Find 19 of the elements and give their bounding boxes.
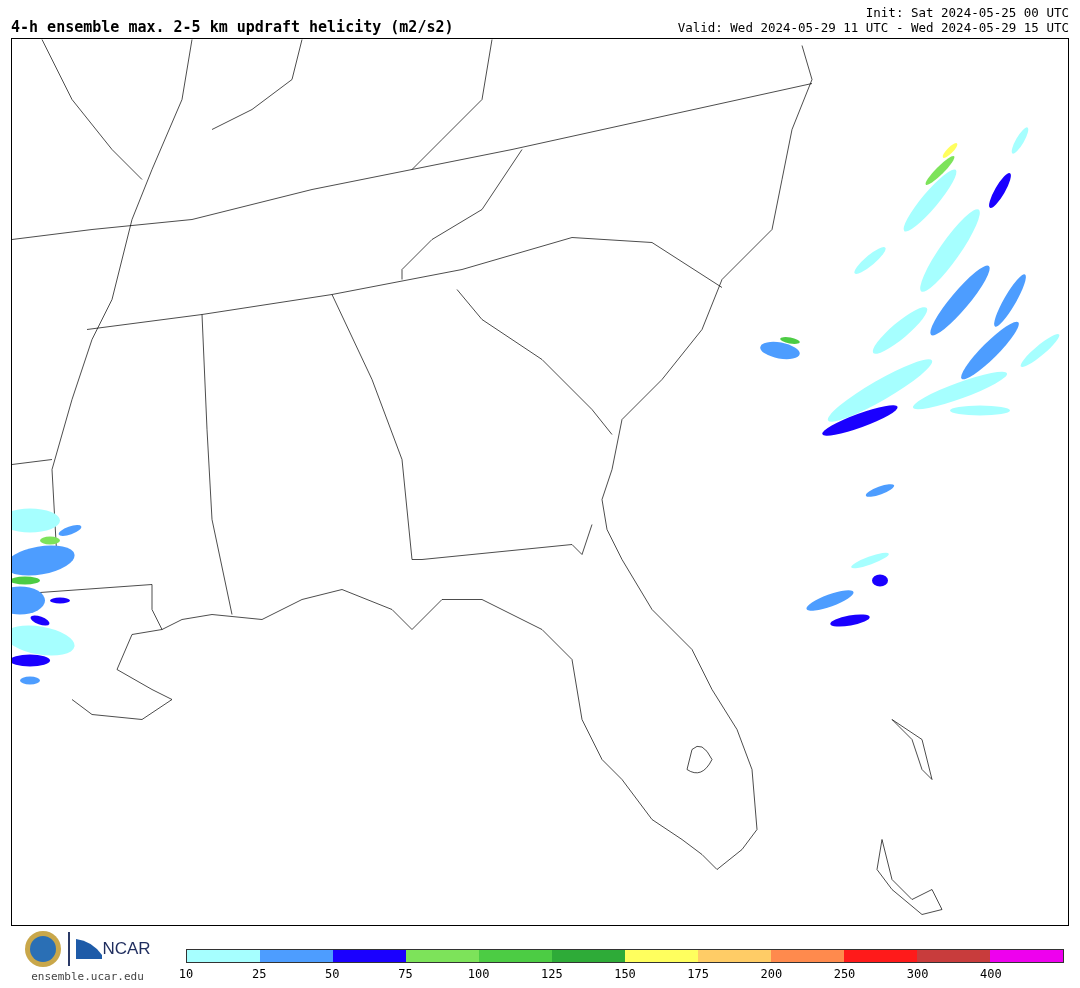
tick-label: 400 (980, 968, 1002, 980)
seal-icon (24, 930, 63, 968)
tick-label: 10 (178, 968, 194, 980)
tick-label: 75 (398, 968, 413, 980)
wave-logo-icon (76, 939, 103, 959)
site-url: ensemble.ucar.edu (31, 969, 144, 985)
tick-label: 100 (467, 968, 490, 980)
tick-label: 250 (833, 968, 856, 980)
tick-label: 50 (325, 968, 340, 980)
tick-label: 200 (760, 968, 783, 980)
tick-label: 125 (541, 968, 563, 980)
tick-label: 25 (251, 968, 267, 980)
tick-label: 300 (906, 968, 929, 980)
map-title: 4-h ensemble max. 2-5 km updraft helicity (m2/s2) (11, 20, 454, 35)
init-time: Init: Sat 2024-05-25 00 UTC (865, 5, 1069, 20)
tick-label: 150 (614, 968, 636, 980)
valid-time: Valid: Wed 2024-05-29 11 UTC - Wed 2024-05-29 15 UTC (677, 20, 1069, 35)
logo-text: NCAR (102, 938, 151, 961)
tick-label: 175 (687, 968, 709, 980)
